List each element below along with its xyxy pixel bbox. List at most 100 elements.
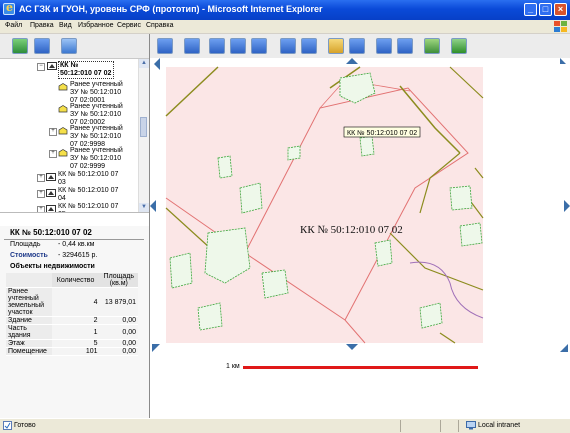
map-tooltip: КК № 50:12:010 07 02 — [343, 126, 421, 138]
menu-bar: Файл Правка Вид Избранное Сервис Справка — [0, 20, 570, 34]
save-button[interactable] — [349, 38, 365, 54]
intranet-zone-icon — [466, 421, 476, 430]
print-button[interactable] — [376, 38, 392, 54]
layers-button[interactable] — [280, 38, 296, 54]
scale-area: 1 км — [150, 354, 570, 402]
col-area: Площадь (кв.м) — [99, 273, 138, 288]
pan-tool-button[interactable] — [184, 38, 200, 54]
report-button[interactable] — [397, 38, 413, 54]
parcel-label: КК № 50:12:010 07 02 — [300, 224, 403, 236]
tree-sibling-label: КК № 50:12:010 07 03 — [58, 171, 119, 186]
row-area: 13 879,01 — [99, 287, 138, 317]
scroll-thumb[interactable] — [140, 117, 147, 137]
cadastral-block-icon — [46, 173, 56, 181]
tree-sibling-label: КК № 50:12:010 0705 — [58, 203, 119, 212]
pan-southeast-arrow-icon[interactable] — [560, 344, 568, 352]
table-row[interactable]: Здание 2 0,00 — [6, 316, 138, 325]
table-row[interactable]: Ранее учтенный земельный участок 4 13 87… — [6, 287, 138, 317]
status-bar: Готово Local intranet — [0, 418, 570, 433]
cadastral-block-icon — [46, 205, 56, 212]
col-count: Количество — [51, 273, 100, 288]
tree-item-label: Ранее учтенный ЗУ № 50:12:010 07 02:9999 — [70, 147, 123, 170]
tree-item-label: Ранее учтенный ЗУ № 50:12:010 07 02:9998 — [70, 125, 123, 148]
row-count: 101 — [51, 347, 100, 356]
menu-file[interactable]: Файл — [5, 22, 22, 29]
copy-button[interactable] — [301, 38, 317, 54]
row-name: Здание — [6, 316, 52, 325]
parcel-house-icon — [58, 149, 68, 157]
objects-table: Количество Площадь (кв.м) Ранее учтенный… — [6, 273, 138, 356]
pan-northeast-arrow-icon[interactable] — [560, 58, 566, 64]
expand-toggle[interactable]: + — [37, 190, 45, 198]
row-name: Часть здания — [6, 324, 52, 340]
cost-label[interactable]: Стоимость — [10, 252, 48, 259]
menu-favorites[interactable]: Избранное — [78, 22, 113, 29]
list-view-button[interactable] — [34, 38, 50, 54]
table-header: Количество Площадь (кв.м) — [6, 273, 138, 288]
menu-view[interactable]: Вид — [59, 22, 72, 29]
table-row[interactable]: Этаж 5 0,00 — [6, 339, 138, 348]
ie-icon — [3, 1, 15, 15]
parcel-house-icon — [58, 83, 68, 91]
objects-label: Объекты недвижимости — [10, 263, 95, 270]
table-row[interactable]: Помещение 101 0,00 — [6, 347, 138, 356]
tree-sibling-label: КК № 50:12:010 07 04 — [58, 187, 119, 202]
close-button[interactable]: × — [554, 3, 567, 16]
pan-east-arrow-icon[interactable] — [564, 200, 570, 212]
map-toolbar — [150, 34, 570, 59]
map-area[interactable]: КК № 50:12:010 07 02 КК № 50:12:010 07 0… — [150, 58, 570, 354]
row-name: Ранее учтенный земельный участок — [6, 287, 52, 317]
pan-south-arrow-icon[interactable] — [346, 344, 358, 350]
row-name: Этаж — [6, 339, 52, 348]
window-title: АС ГЗК и ГУОН, уровень СРФ (прототип) - … — [19, 4, 323, 14]
cadastral-block-icon — [47, 62, 57, 70]
area-value: - 0,44 кв.км — [58, 241, 95, 248]
minimize-button[interactable]: _ — [524, 3, 537, 16]
left-toolbar — [0, 34, 149, 59]
zoom-extent-button[interactable] — [251, 38, 267, 54]
expand-toggle[interactable]: + — [37, 174, 45, 182]
select-tool-button[interactable] — [157, 38, 173, 54]
zone-text: Local intranet — [478, 422, 521, 429]
info-title: КК № 50:12:010 07 02 — [10, 228, 92, 237]
document-button[interactable] — [61, 38, 77, 54]
menu-edit[interactable]: Правка — [30, 22, 54, 29]
page-done-icon — [3, 421, 12, 430]
row-name: Помещение — [6, 347, 52, 356]
row-count: 4 — [51, 287, 100, 317]
tree-panel: − КК № 50:12:010 07 02 Ранее учтенный ЗУ … — [0, 59, 150, 212]
menu-service[interactable]: Сервис — [117, 22, 141, 29]
menu-help[interactable]: Справка — [146, 22, 173, 29]
tree-view-button[interactable] — [12, 38, 28, 54]
collapse-toggle[interactable]: − — [37, 63, 45, 71]
open-folder-button[interactable] — [328, 38, 344, 54]
parcel-house-icon — [58, 127, 68, 135]
tree-root-label[interactable]: КК № 50:12:010 07 02 — [58, 61, 114, 79]
scale-label: 1 км — [226, 363, 240, 370]
info-panel: КК № 50:12:010 07 02 Площадь - 0,44 кв.к… — [0, 226, 150, 418]
zoom-in-button[interactable] — [209, 38, 225, 54]
pan-northwest-arrow-icon[interactable] — [154, 58, 160, 70]
pan-southwest-arrow-icon[interactable] — [152, 344, 160, 352]
title-bar: АС ГЗК и ГУОН, уровень СРФ (прототип) - … — [0, 0, 570, 20]
scale-bar — [243, 366, 478, 369]
zoom-out-button[interactable] — [230, 38, 246, 54]
windows-logo-icon — [554, 21, 568, 32]
expand-toggle[interactable]: + — [49, 150, 57, 158]
maximize-button[interactable]: □ — [539, 3, 552, 16]
pan-north-arrow-icon[interactable] — [346, 58, 358, 64]
area-label: Площадь — [10, 241, 41, 248]
table-row[interactable]: Часть здания 1 0,00 — [6, 324, 138, 340]
row-area: 0,00 — [99, 324, 138, 340]
scroll-down-arrow-icon[interactable]: ▼ — [139, 203, 149, 212]
expand-toggle[interactable]: + — [49, 128, 57, 136]
measure-button[interactable] — [424, 38, 440, 54]
info-button[interactable] — [451, 38, 467, 54]
map-canvas[interactable]: КК № 50:12:010 07 02 КК № 50:12:010 07 0… — [150, 58, 570, 354]
panel-splitter[interactable] — [0, 212, 149, 227]
divider — [4, 239, 144, 240]
tree-scrollbar[interactable]: ▲ ▼ — [138, 59, 149, 212]
row-count: 1 — [51, 324, 100, 340]
scroll-up-arrow-icon[interactable]: ▲ — [139, 59, 149, 68]
pan-west-arrow-icon[interactable] — [150, 200, 156, 212]
